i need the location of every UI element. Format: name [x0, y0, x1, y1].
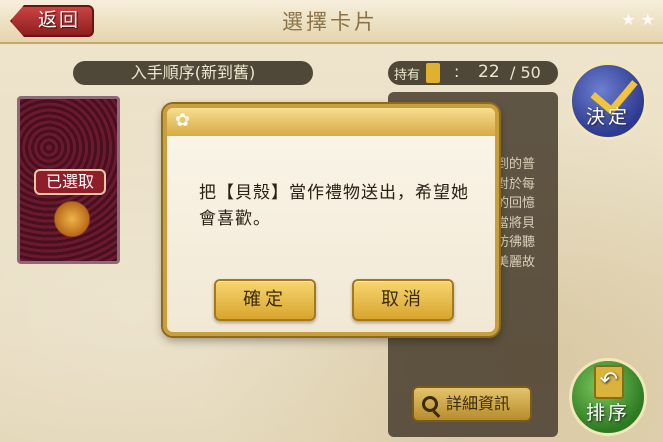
gift-confirm-dialog: ✿ 把【貝殼】當作禮物送出，希望她會喜歡。 確定 取消	[163, 104, 499, 336]
dialog-message: 把【貝殼】當作禮物送出，希望她會喜歡。	[199, 183, 469, 229]
flower-icon: ✿	[175, 110, 191, 131]
cancel-button[interactable]: 取消	[352, 279, 454, 321]
ok-button[interactable]: 確定	[214, 279, 316, 321]
dialog-header: ✿	[167, 108, 495, 136]
